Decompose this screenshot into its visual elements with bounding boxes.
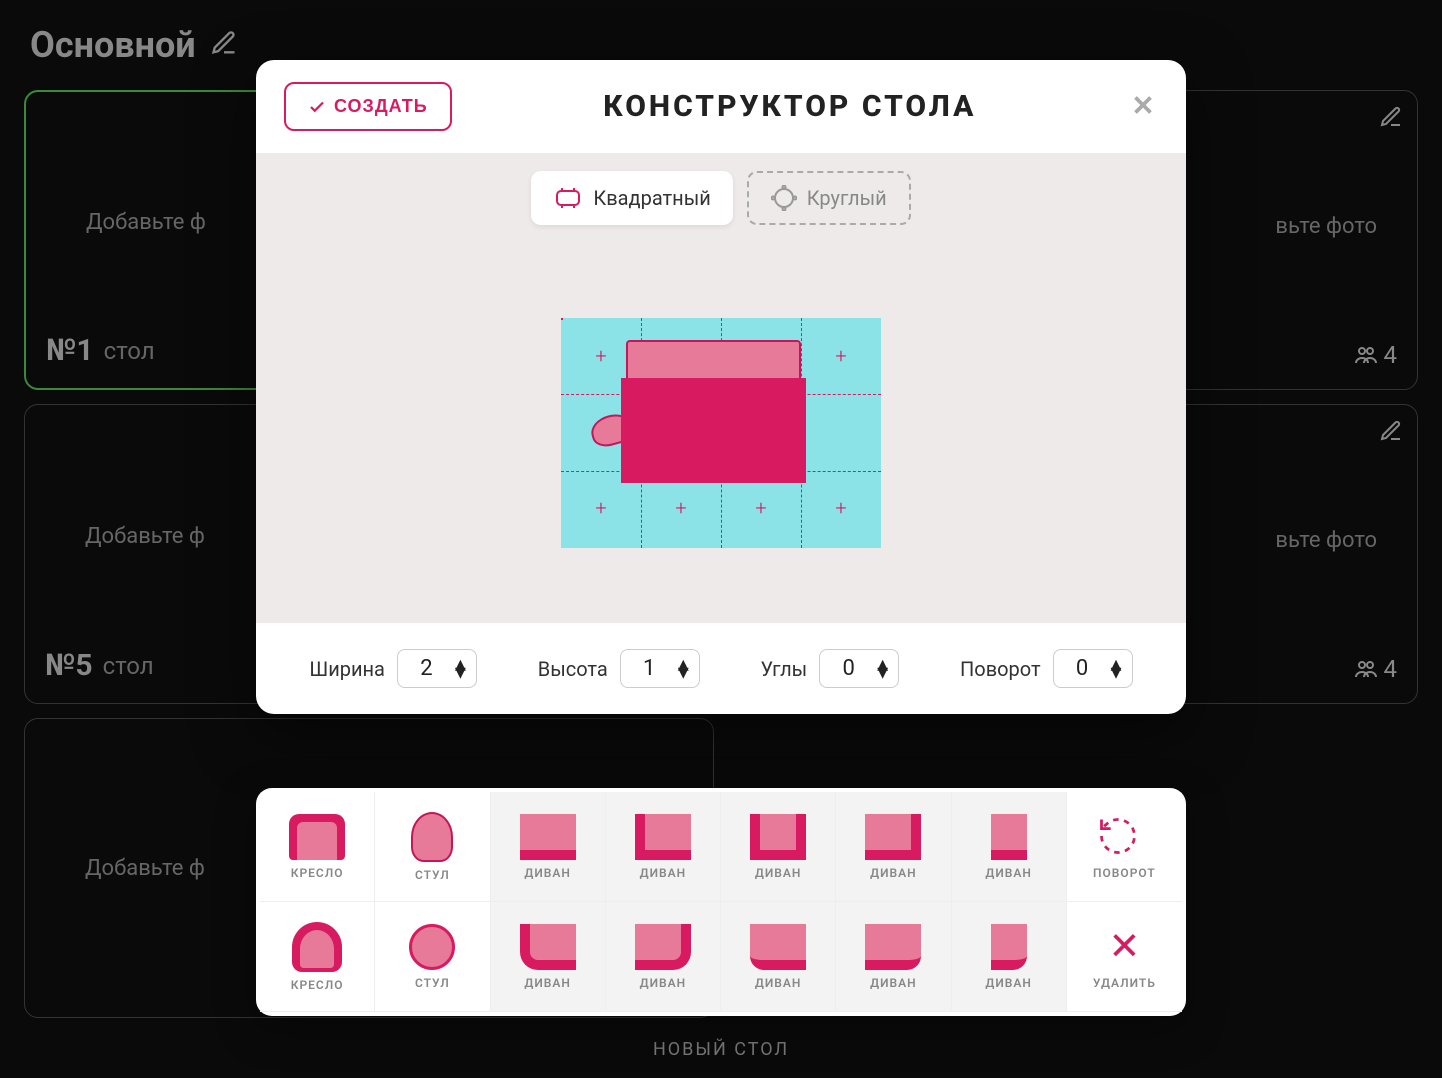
palette-sofa[interactable]: ДИВАН (606, 792, 721, 902)
palette-sofa[interactable]: ДИВАН (721, 792, 836, 902)
param-corners-label: Углы (761, 657, 808, 681)
palette-sofa[interactable]: ДИВАН (952, 792, 1067, 902)
constructor-canvas[interactable]: + + + + + + (256, 243, 1186, 623)
table-number: №1 (46, 333, 94, 368)
add-photo-label: Добавьте фото (45, 425, 205, 648)
palette-sofa[interactable]: ДИВАН (836, 902, 951, 1012)
modal-title: КОНСТРУКТОР СТОЛА (452, 89, 1128, 124)
corners-input[interactable]: 0 ▴▾ (819, 649, 899, 688)
palette-sofa[interactable]: ДИВАН (721, 902, 836, 1012)
stepper-down-icon[interactable]: ▾ (877, 669, 888, 677)
palette-sofa[interactable]: ДИВАН (491, 792, 606, 902)
table-type: стол (104, 337, 155, 365)
param-height-label: Высота (538, 657, 608, 681)
table-type: стол (103, 652, 154, 680)
stepper-down-icon[interactable]: ▾ (678, 669, 689, 677)
table-number: №5 (45, 648, 93, 683)
palette-sofa[interactable]: ДИВАН (836, 792, 951, 902)
height-input[interactable]: 1 ▴▾ (620, 649, 700, 688)
palette-sofa[interactable]: ДИВАН (952, 902, 1067, 1012)
param-rotation-label: Поворот (960, 657, 1041, 681)
furniture-palette: КРЕСЛО СТУЛ ДИВАН ДИВАН ДИВАН ДИВАН ДИВА… (256, 788, 1186, 1016)
rotation-input[interactable]: 0 ▴▾ (1053, 649, 1133, 688)
stepper-down-icon[interactable]: ▾ (455, 669, 466, 677)
palette-sofa[interactable]: ДИВАН (606, 902, 721, 1012)
palette-armchair[interactable]: КРЕСЛО (260, 792, 375, 902)
shape-tab-square[interactable]: Квадратный (531, 171, 732, 225)
pencil-icon[interactable] (1379, 105, 1403, 133)
palette-stool[interactable]: СТУЛ (375, 902, 490, 1012)
param-width-label: Ширина (309, 657, 385, 681)
table-constructor-modal: СОЗДАТЬ КОНСТРУКТОР СТОЛА Квадратный Кру… (256, 60, 1186, 714)
palette-rotate[interactable]: ПОВОРОТ (1067, 792, 1182, 902)
capacity: 4 (1354, 341, 1398, 369)
delete-icon: ✕ (1096, 924, 1152, 970)
capacity: 4 (1354, 655, 1398, 683)
add-photo-label: Добавьте фото (46, 112, 206, 333)
pencil-icon[interactable] (1379, 419, 1403, 447)
close-icon[interactable] (1128, 90, 1158, 124)
palette-chair[interactable]: СТУЛ (375, 792, 490, 902)
page-title: Основной (30, 24, 196, 66)
rotate-icon (1096, 814, 1152, 860)
table-piece[interactable] (621, 378, 806, 483)
new-table-label: НОВЫЙ СТОЛ (653, 1039, 789, 1060)
width-input[interactable]: 2 ▴▾ (397, 649, 477, 688)
palette-sofa[interactable]: ДИВАН (491, 902, 606, 1012)
palette-armchair[interactable]: КРЕСЛО (260, 902, 375, 1012)
add-photo-label: Добавьте фото (45, 739, 205, 997)
create-button[interactable]: СОЗДАТЬ (284, 82, 452, 131)
stepper-down-icon[interactable]: ▾ (1111, 669, 1122, 677)
shape-tab-round[interactable]: Круглый (747, 171, 911, 225)
palette-delete[interactable]: ✕ УДАЛИТЬ (1067, 902, 1182, 1012)
pencil-icon[interactable] (210, 29, 238, 61)
